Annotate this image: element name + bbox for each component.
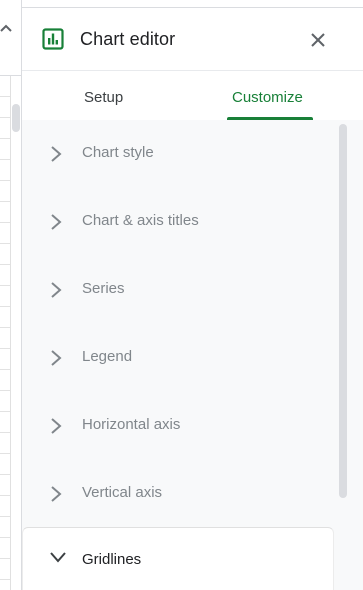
section-series[interactable]: Series	[22, 256, 334, 324]
section-vertical-axis[interactable]: Vertical axis	[22, 460, 334, 528]
chevron-right-icon	[51, 214, 62, 230]
editor-tabs: Setup Customize	[22, 72, 363, 120]
section-chart-style[interactable]: Chart style	[22, 120, 334, 188]
section-label: Chart style	[82, 144, 154, 161]
section-label: Legend	[82, 348, 133, 365]
section-horizontal-axis[interactable]: Horizontal axis	[22, 392, 334, 460]
chevron-right-icon	[51, 418, 62, 434]
tab-setup[interactable]: Setup	[84, 89, 123, 106]
bar-chart-icon	[42, 28, 64, 50]
section-label: Gridlines	[82, 551, 142, 568]
section-gridlines[interactable]: Gridlines	[22, 527, 334, 590]
customize-sections: Chart style Chart & axis titles Series L…	[22, 120, 363, 590]
chevron-down-icon	[50, 552, 66, 563]
chevron-right-icon	[51, 350, 62, 366]
tab-customize[interactable]: Customize	[232, 89, 303, 106]
section-label: Chart & axis titles	[82, 212, 199, 229]
spreadsheet-toolbar-edge	[0, 0, 21, 76]
section-chart-axis-titles[interactable]: Chart & axis titles	[22, 188, 334, 256]
section-legend[interactable]: Legend	[22, 324, 334, 392]
section-label: Horizontal axis	[82, 416, 181, 433]
panel-scrollbar-thumb[interactable]	[339, 124, 347, 498]
chart-editor-panel: Chart editor Setup Customize Chart style…	[22, 8, 363, 590]
spreadsheet-edge	[0, 0, 22, 590]
chevron-up-icon[interactable]	[0, 22, 12, 36]
chevron-right-icon	[51, 282, 62, 298]
panel-title: Chart editor	[80, 29, 176, 49]
window-top-edge	[22, 0, 363, 8]
spreadsheet-row-gutter	[0, 76, 11, 590]
section-label: Vertical axis	[82, 484, 163, 501]
panel-header: Chart editor	[22, 8, 363, 71]
close-icon[interactable]	[308, 30, 328, 50]
section-label: Series	[82, 280, 125, 297]
spreadsheet-scrollbar-thumb[interactable]	[12, 104, 20, 132]
chevron-right-icon	[51, 486, 62, 502]
chevron-right-icon	[51, 146, 62, 162]
